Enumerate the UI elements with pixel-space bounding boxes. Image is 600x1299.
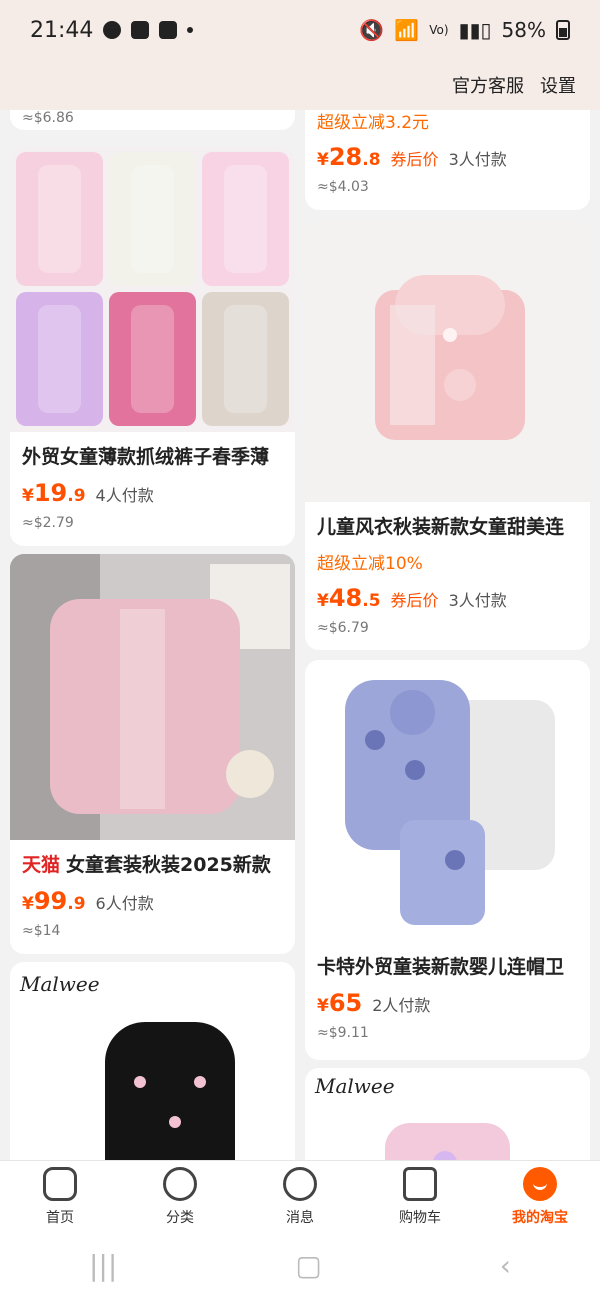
usd-price: ≈$4.03: [317, 179, 369, 195]
product-image[interactable]: [305, 220, 590, 502]
paid-count: 3人付款: [448, 591, 507, 610]
coupon-label: 券后价: [390, 150, 439, 169]
product-title: 天猫 女童套装秋装2025新款: [22, 854, 271, 876]
recent-apps-icon[interactable]: |||: [89, 1249, 117, 1282]
pants-image-6: [202, 292, 289, 426]
cart-icon: [403, 1166, 437, 1201]
promo-label: 超级立减3.2元: [317, 113, 430, 133]
brand-logo: Malwee: [315, 1074, 395, 1098]
product-image[interactable]: Malwee: [10, 962, 295, 1160]
bottom-navigation: 首页 分类 消息 购物车 我的淘宝: [0, 1160, 600, 1232]
nav-category-label: 分类: [166, 1209, 194, 1226]
gallery-icon: [131, 21, 150, 39]
status-left: 21:44: [30, 17, 194, 43]
pants-image-2: [109, 152, 196, 286]
nav-messages[interactable]: 消息: [250, 1166, 350, 1227]
product-card-p3[interactable]: 儿童风衣秋装新款女童甜美连 超级立减10% ¥48.5 券后价 3人付款 ≈$6…: [305, 220, 590, 650]
status-time: 21:44: [30, 17, 94, 43]
product-card-p4[interactable]: 天猫 女童套装秋装2025新款 ¥99.9 6人付款 ≈$14: [10, 554, 295, 954]
status-bar: 21:44 🔇 📶 Vo) ▮▮▯ 58%: [0, 0, 600, 60]
price-row: ¥99.9 6人付款: [22, 887, 283, 915]
paid-count: 4人付款: [95, 486, 154, 505]
promo-label: 超级立减10%: [317, 554, 423, 574]
nav-cart[interactable]: 购物车: [370, 1166, 470, 1227]
sequin-outfit-image: [10, 554, 295, 840]
product-image[interactable]: Malwee: [305, 1068, 590, 1160]
battery-icon: [556, 20, 570, 40]
product-title: 儿童风衣秋装新款女童甜美连: [317, 516, 565, 538]
price-row: ¥48.5 券后价 3人付款: [317, 584, 578, 612]
customer-service-link[interactable]: 官方客服: [452, 72, 524, 98]
brand-logo: Malwee: [20, 972, 100, 996]
product-feed[interactable]: ≈$6.86 超级立减3.2元 ¥28.8 券后价 3人付款 ≈$4.03 外贸…: [0, 110, 600, 1160]
product-card-p6[interactable]: Malwee: [10, 962, 295, 1160]
pants-image-3: [202, 152, 289, 286]
product-card-p0[interactable]: ≈$6.86: [10, 110, 295, 130]
nav-my-taobao-label: 我的淘宝: [512, 1209, 568, 1226]
product-title: 外贸女童薄款抓绒裤子春季薄: [22, 446, 270, 468]
product-card-p2[interactable]: 外贸女童薄款抓绒裤子春季薄 ¥19.9 4人付款 ≈$2.79: [10, 146, 295, 546]
more-notifications-dot-icon: [187, 27, 194, 33]
bank-icon: [159, 21, 178, 39]
product-image[interactable]: [10, 554, 295, 840]
nav-my-taobao[interactable]: 我的淘宝: [490, 1166, 590, 1227]
product-image[interactable]: [10, 146, 295, 432]
nav-messages-label: 消息: [286, 1209, 314, 1226]
top-bar: 官方客服 设置: [0, 60, 600, 110]
nav-category[interactable]: 分类: [130, 1166, 230, 1227]
settings-link[interactable]: 设置: [540, 72, 576, 98]
price: ¥65: [317, 989, 363, 1017]
home-button-icon[interactable]: ▢: [295, 1249, 321, 1282]
tmall-tag: 天猫: [22, 854, 61, 876]
paid-count: 2人付款: [372, 996, 431, 1015]
product-card-p5[interactable]: 卡特外贸童装新款婴儿连帽卫 ¥65 2人付款 ≈$9.11: [305, 660, 590, 1060]
home-icon: [43, 1166, 77, 1201]
system-navigation-bar: ||| ▢ ‹: [0, 1232, 600, 1299]
usd-price: ≈$14: [22, 923, 61, 939]
usd-price: ≈$9.11: [317, 1025, 369, 1041]
price: ¥28.8: [317, 143, 381, 171]
wifi-icon: 📶: [394, 18, 420, 42]
notification-app-icon: [103, 21, 122, 39]
category-search-icon: [163, 1166, 197, 1201]
status-right: 🔇 📶 Vo) ▮▮▯ 58%: [359, 18, 570, 42]
usd-price: ≈$2.79: [22, 515, 74, 531]
paid-count: 3人付款: [448, 150, 507, 169]
signal-icon: ▮▮▯: [458, 18, 492, 42]
product-card-p1[interactable]: 超级立减3.2元 ¥28.8 券后价 3人付款 ≈$4.03: [305, 110, 590, 210]
price-row: ¥65 2人付款: [317, 989, 578, 1017]
message-icon: [283, 1166, 317, 1201]
pants-image-1: [16, 152, 103, 286]
pants-image-4: [16, 292, 103, 426]
coupon-label: 券后价: [390, 591, 439, 610]
usd-price: ≈$6.79: [317, 620, 369, 636]
usd-price: ≈$6.86: [22, 110, 74, 126]
back-icon[interactable]: ‹: [500, 1249, 511, 1282]
price-row: ¥28.8 券后价 3人付款: [317, 143, 578, 171]
baby-hoodie-set-image: [345, 680, 555, 925]
product-image[interactable]: [305, 660, 590, 942]
price: ¥48.5: [317, 584, 381, 612]
volte-icon: Vo): [429, 23, 449, 37]
pants-image-5: [109, 292, 196, 426]
price: ¥19.9: [22, 479, 86, 507]
paid-count: 6人付款: [95, 894, 154, 913]
price-row: ¥19.9 4人付款: [22, 479, 283, 507]
pants-collage-image: [10, 146, 295, 432]
pink-jacket-image: [375, 275, 525, 440]
battery-percent: 58%: [501, 18, 546, 42]
mute-icon: 🔇: [359, 18, 385, 42]
nav-cart-label: 购物车: [399, 1209, 441, 1226]
nav-home[interactable]: 首页: [10, 1166, 110, 1227]
product-title: 卡特外贸童装新款婴儿连帽卫: [317, 956, 565, 978]
product-card-p7[interactable]: Malwee: [305, 1068, 590, 1160]
my-taobao-icon: [523, 1166, 557, 1201]
price: ¥99.9: [22, 887, 86, 915]
nav-home-label: 首页: [46, 1209, 74, 1226]
